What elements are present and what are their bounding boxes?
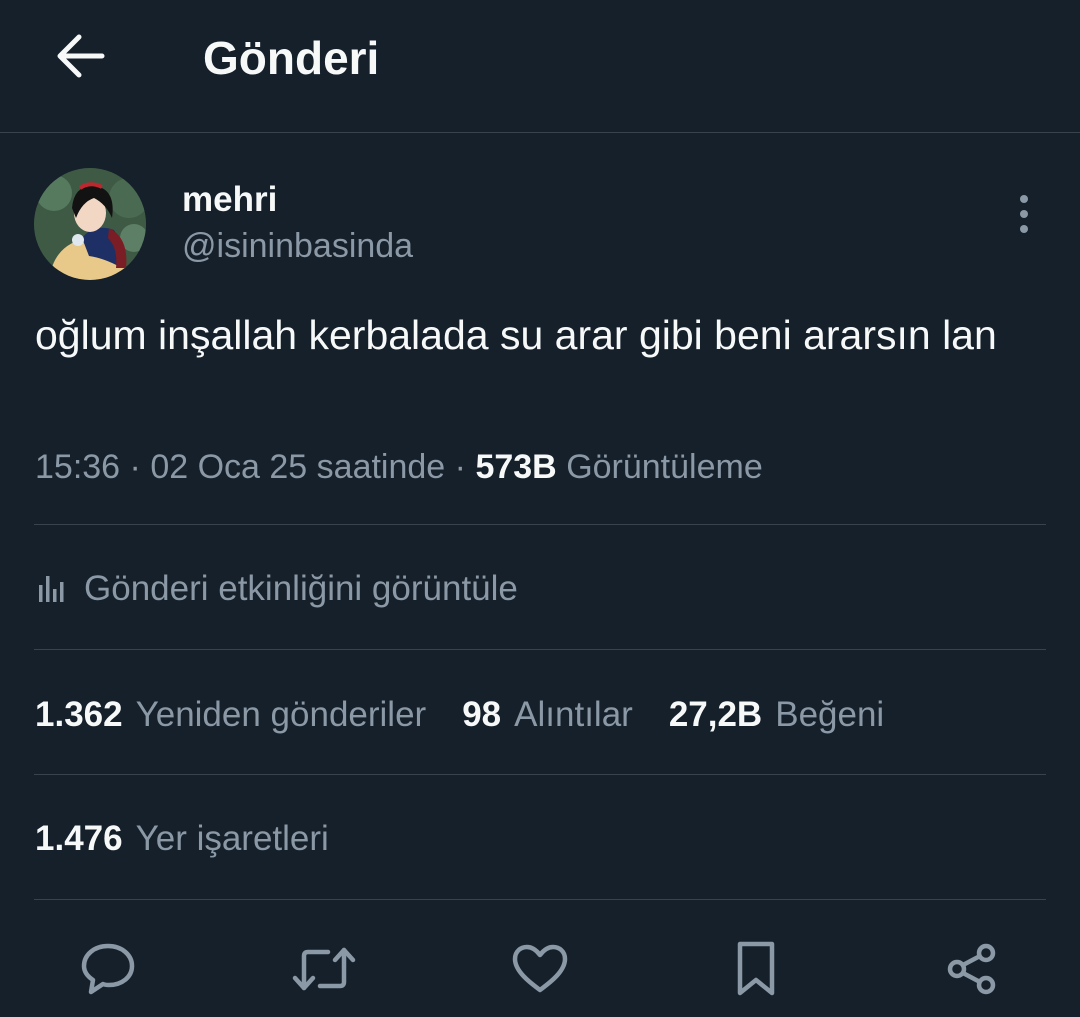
- bookmarks-stat[interactable]: 1.476 Yer işaretleri: [35, 814, 365, 864]
- page-title: Gönderi: [203, 32, 380, 84]
- meta-separator: ·: [129, 448, 141, 486]
- bookmark-button[interactable]: [724, 937, 788, 1001]
- bar-chart-icon: [39, 576, 64, 602]
- likes-stat[interactable]: 27,2B Beğeni: [669, 695, 884, 735]
- quotes-count: 98: [462, 695, 502, 734]
- reply-button[interactable]: [76, 937, 140, 1001]
- author-name[interactable]: mehri: [182, 178, 277, 222]
- bookmarks-stat-inner: 1.476 Yer işaretleri: [35, 819, 329, 859]
- divider: [34, 524, 1046, 525]
- retweets-count: 1.362: [35, 695, 123, 734]
- meta-separator: ·: [454, 448, 466, 486]
- avatar-image: [34, 168, 146, 280]
- retweets-stat[interactable]: 1.362 Yeniden gönderiler: [35, 695, 426, 735]
- likes-label: Beğeni: [775, 695, 885, 734]
- quotes-stat[interactable]: 98 Alıntılar: [462, 695, 633, 735]
- bookmark-icon: [737, 941, 775, 996]
- quotes-label: Alıntılar: [514, 695, 633, 734]
- heart-icon: [512, 944, 568, 993]
- likes-count: 27,2B: [668, 695, 763, 734]
- tweet-text: oğlum inşallah kerbalada su arar gibi be…: [35, 312, 997, 358]
- divider: [34, 649, 1046, 650]
- like-button[interactable]: [508, 937, 572, 1001]
- top-bar: Gönderi: [0, 0, 1080, 133]
- engagement-stats: 1.362 Yeniden gönderiler 98 Alıntılar 27…: [35, 690, 920, 740]
- avatar[interactable]: [34, 168, 146, 280]
- tweet-date[interactable]: 02 Oca 25 saatinde: [150, 448, 445, 486]
- back-button[interactable]: [48, 24, 112, 88]
- more-vertical-icon: [1020, 195, 1028, 233]
- arrow-left-icon: [57, 34, 105, 78]
- view-post-activity-link[interactable]: Gönderi etkinliğini görüntüle: [36, 564, 518, 614]
- tweet-time[interactable]: 15:36: [35, 448, 120, 486]
- share-button[interactable]: [940, 937, 1004, 1001]
- share-icon: [947, 943, 996, 995]
- more-options-button[interactable]: [1000, 188, 1048, 240]
- activity-label: Gönderi etkinliğini görüntüle: [84, 569, 518, 608]
- divider: [34, 899, 1046, 900]
- bookmarks-label: Yer işaretleri: [135, 819, 329, 858]
- tweet-meta: 15:36 · 02 Oca 25 saatinde · 573B Görünt…: [35, 444, 763, 490]
- retweets-label: Yeniden gönderiler: [135, 695, 427, 734]
- divider: [34, 774, 1046, 775]
- views-count: 573B: [475, 448, 557, 486]
- bookmarks-count: 1.476: [35, 819, 123, 858]
- retweet-icon: [292, 947, 356, 991]
- reply-icon: [81, 943, 135, 995]
- retweet-button[interactable]: [292, 937, 356, 1001]
- author-handle[interactable]: @isininbasinda: [182, 224, 413, 268]
- views-label: Görüntüleme: [566, 448, 763, 486]
